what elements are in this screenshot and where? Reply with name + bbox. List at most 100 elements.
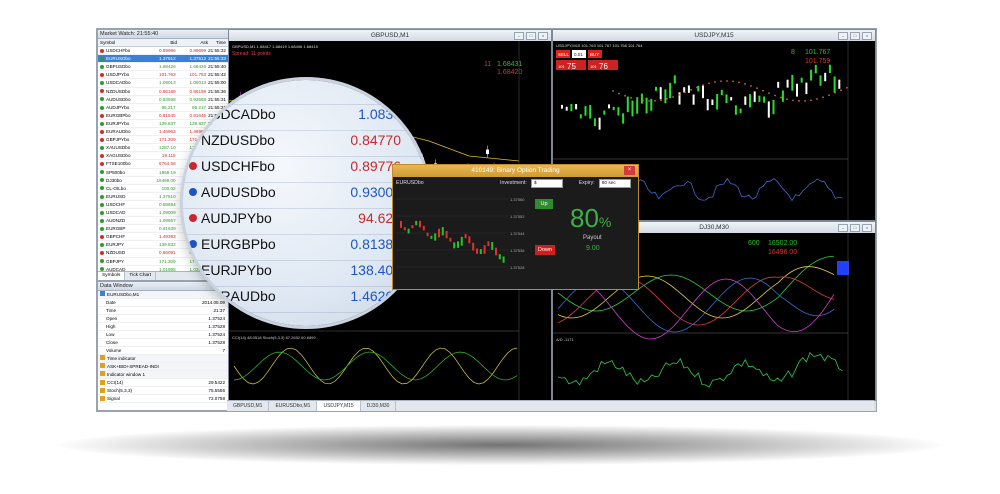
- bid-value: 0.88694: [159, 201, 176, 207]
- candle: [711, 99, 714, 106]
- market-watch-row[interactable]: USDCHFbo 0.89996 0.89699 21:55:32: [98, 47, 228, 56]
- minimize-icon[interactable]: –: [514, 32, 524, 40]
- magnified-value: 10: [385, 80, 401, 96]
- price-tick: 1.37552: [510, 214, 525, 219]
- indicator-section[interactable]: Indicator window 1: [98, 371, 228, 379]
- symbol-name: CL-OILbo: [98, 185, 147, 192]
- down-arrow-icon: [100, 113, 104, 118]
- sell-prefix: 101: [558, 64, 565, 69]
- chart-usdjpy-title: USDJPY,M15: [694, 32, 734, 39]
- indicator-icon: [100, 355, 105, 360]
- cloud-dot: [720, 80, 722, 83]
- symbol-name: GBPJPY: [98, 258, 147, 265]
- maximize-icon[interactable]: □: [850, 32, 860, 40]
- maximize-icon[interactable]: □: [526, 32, 536, 40]
- candle: [828, 64, 831, 74]
- data-window-sections: Time indicator ASK+BID+SPREAD-INDI Indicat…: [98, 355, 228, 403]
- candle: [593, 118, 596, 127]
- candle: [400, 221, 402, 228]
- symbol-text: GBPUSDbo: [106, 64, 131, 70]
- symbol-name: SP500bo: [98, 169, 147, 176]
- sub-info: A/D -1171: [556, 337, 574, 342]
- candle: [824, 72, 827, 82]
- field-label: Close: [106, 340, 118, 345]
- close-icon[interactable]: ×: [624, 166, 635, 175]
- col-symbol[interactable]: Symbol: [98, 39, 148, 46]
- time-value: 21:55:32: [208, 48, 226, 54]
- chart-gbpusd-titlebar[interactable]: GBPUSD,M1 – □ ×: [229, 30, 551, 41]
- symbol-name: EURAUDbo: [98, 128, 147, 135]
- candle: [495, 247, 497, 256]
- close-icon[interactable]: ×: [538, 32, 548, 40]
- candle: [796, 83, 798, 97]
- col-time[interactable]: Time: [210, 39, 228, 46]
- market-watch-row[interactable]: GBPUSDbo 1.68426 1.68426 21:55:40: [98, 63, 228, 72]
- data-window-row: Low 1.37524: [98, 331, 228, 339]
- up-button[interactable]: Up: [535, 199, 553, 209]
- cloud-dot: [756, 87, 758, 90]
- sell-price: 75: [567, 62, 576, 71]
- cloud-dot: [786, 98, 788, 101]
- market-watch-row[interactable]: EURUSDbo 1.37512 1.37512 21:55:33: [98, 55, 228, 64]
- expiry-select[interactable]: 60 sec: [598, 178, 631, 188]
- close-icon[interactable]: ×: [862, 32, 872, 40]
- magnified-symbol: EURGBPbo: [201, 236, 276, 252]
- indicator-row: Signal 72.0758: [98, 395, 228, 403]
- bid-value: 1.68426: [159, 64, 176, 70]
- minimize-icon[interactable]: –: [838, 224, 848, 232]
- field-value: 1.37524: [208, 332, 225, 337]
- symbol-text: AUDJPYbo: [106, 104, 130, 110]
- candle: [438, 228, 440, 238]
- col-bid[interactable]: Bid: [148, 39, 179, 46]
- field-value: 1.37528: [208, 340, 225, 345]
- bid-value: 1.37512: [159, 56, 176, 62]
- bid-value: 1.37510: [159, 193, 176, 199]
- symbol-text: EURAUDbo: [106, 129, 131, 135]
- tab-eurusdbo[interactable]: EURUSDbo,M1: [269, 401, 318, 411]
- tab-gbpusd[interactable]: GBPUSD,M1: [227, 401, 270, 411]
- minimize-icon[interactable]: –: [838, 32, 848, 40]
- symbol-text: EURJPY: [106, 242, 125, 248]
- candle: [650, 98, 653, 111]
- maximize-icon[interactable]: □: [850, 224, 860, 232]
- bid-value: 1.08657: [159, 218, 176, 224]
- down-button[interactable]: Down: [535, 245, 555, 255]
- indicator-icon: [100, 396, 105, 402]
- candle: [584, 106, 587, 116]
- candle: [579, 114, 582, 119]
- candle: [838, 79, 841, 89]
- candle: [608, 104, 610, 109]
- col-ask[interactable]: Ask: [179, 39, 210, 46]
- investment-select[interactable]: $: [530, 178, 563, 188]
- cloud-dot: [726, 80, 728, 82]
- dialog-titlebar[interactable]: 410149: Binary Option Trading ×: [393, 165, 638, 177]
- tab-tick-chart[interactable]: Tick Chart: [125, 272, 157, 280]
- cloud-dot: [750, 85, 752, 87]
- close-icon[interactable]: ×: [862, 224, 872, 232]
- indicator-section[interactable]: ASK+BID+SPREAD-INDI: [98, 363, 228, 371]
- lot-value: 0.01: [574, 52, 583, 57]
- bid-value: 1.09009: [159, 209, 176, 215]
- tab-symbols[interactable]: Symbols: [98, 272, 126, 280]
- sub-info: CCI(14) 48.0518 Stoch(5,3,3) 67.2652 60.…: [232, 335, 316, 340]
- magnified-symbol: AUDJPYbo: [201, 210, 272, 226]
- cloud-dot: [630, 96, 632, 99]
- cci-line: [233, 351, 518, 381]
- symbol-name: USDJPYbo: [98, 71, 147, 78]
- candle: [487, 241, 490, 247]
- indicator-section[interactable]: Time indicator: [98, 355, 228, 363]
- ask-value: 0.89699: [189, 48, 207, 54]
- bid-value: 16499.00: [156, 177, 176, 183]
- field-value: 7: [222, 348, 225, 353]
- candle: [449, 237, 452, 242]
- candle: [664, 89, 667, 104]
- price-marker: [837, 261, 849, 275]
- section-label: Time indicator: [107, 356, 136, 361]
- field-label: Open: [106, 316, 118, 321]
- tab-usdjpy[interactable]: USDJPY,M15: [317, 401, 361, 411]
- symbol-name: USDCADbo: [98, 79, 147, 86]
- chart-usdjpy-titlebar[interactable]: USDJPY,M15 – □ ×: [553, 30, 875, 41]
- section-label: Indicator window 1: [107, 372, 146, 377]
- market-watch-row[interactable]: USDJPYbo 101.763 101.763 21:55:42: [98, 71, 228, 80]
- tab-dj30[interactable]: DJ30,M30: [361, 401, 397, 411]
